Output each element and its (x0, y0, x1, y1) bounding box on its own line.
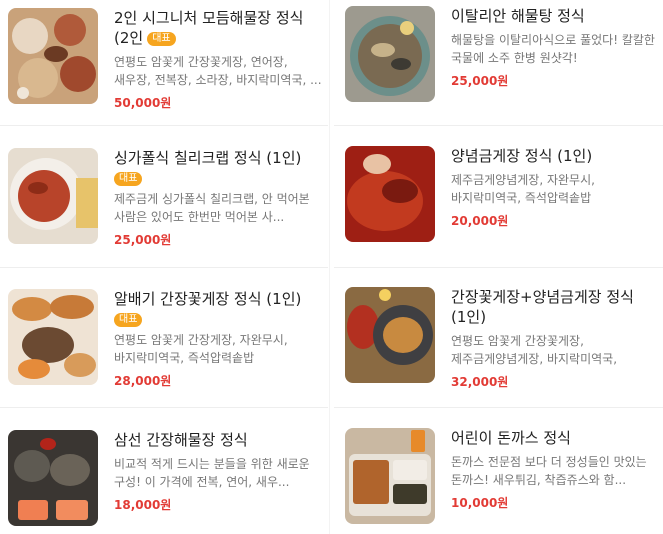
menu-item-price: 32,000원 (451, 375, 509, 389)
menu-item-title: 삼선 간장해물장 정식 (114, 431, 248, 449)
menu-item-photo (345, 428, 435, 524)
menu-item-description: 제주금게양념게장, 자완무시, 바지락미역국, 즉석압력솥밥 (451, 173, 595, 205)
menu-item-description: 돈까스 전문점 보다 더 정성들인 맛있는 돈까스! 새우튀김, 착즙쥬스와 함… (451, 455, 647, 487)
menu-item[interactable]: 알배기 간장꽃게장 정식 (1인) 대표 연평도 암꽃게 간장게장, 자완무시,… (8, 289, 324, 389)
menu-item-photo (8, 8, 98, 104)
row-divider (334, 267, 663, 268)
column-divider (329, 0, 330, 534)
menu-item-photo (8, 430, 98, 526)
menu-item[interactable]: 간장꽃게장+양념금게장 정식 (1인) 연평도 암꽃게 간장꽃게장, 제주금게양… (345, 287, 661, 389)
menu-grid: 2인 시그니처 모듬해물장 정식 (2인 대표 연평도 암꽃게 간장꽃게장, 연어… (0, 0, 663, 534)
row-divider (0, 267, 328, 268)
menu-item-price: 10,000원 (451, 496, 509, 510)
menu-item-description: 연평도 암꽃게 간장게장, 자완무시, 바지락미역국, 즉석압력솥밥 (114, 333, 288, 365)
row-divider (0, 125, 328, 126)
menu-item-description: 해물탕을 이탈리아식으로 풀었다! 칼칼한 국물에 소주 한병 원샷각! (451, 33, 655, 65)
menu-item-photo (8, 289, 98, 385)
signature-badge: 대표 (147, 32, 176, 46)
menu-item[interactable]: 삼선 간장해물장 정식 비교적 적게 드시는 분들을 위한 새로운 구성! 이 … (8, 430, 324, 530)
menu-item[interactable]: 싱가폴식 칠리크랩 정식 (1인) 대표 제주금게 싱가폴식 칠리크랩, 안 먹… (8, 148, 324, 248)
menu-item-photo (8, 148, 98, 244)
menu-item[interactable]: 2인 시그니처 모듬해물장 정식 (2인 대표 연평도 암꽃게 간장꽃게장, 연어… (8, 8, 324, 110)
menu-item-title: 이탈리안 해물탕 정식 (451, 7, 585, 25)
row-divider (334, 125, 663, 126)
menu-item-price: 25,000원 (451, 74, 509, 88)
menu-item-title: 양념금게장 정식 (1인) (451, 147, 593, 165)
signature-badge: 대표 (114, 172, 143, 186)
menu-item-photo (345, 6, 435, 102)
menu-item-photo (345, 287, 435, 383)
menu-item-description: 연평도 암꽃게 간장꽃게장, 연어장, 새우장, 전복장, 소라장, 바지락미역… (114, 55, 322, 87)
menu-item-description: 비교적 적게 드시는 분들을 위한 새로운 구성! 이 가격에 전복, 연어, … (114, 457, 310, 489)
menu-item-photo (345, 146, 435, 242)
signature-badge: 대표 (114, 313, 143, 327)
menu-item[interactable]: 어린이 돈까스 정식 돈까스 전문점 보다 더 정성들인 맛있는 돈까스! 새우… (345, 428, 661, 528)
menu-item-description: 제주금게 싱가폴식 칠리크랩, 안 먹어본 사람은 있어도 한번만 먹어본 사.… (114, 192, 310, 224)
menu-item-title: 싱가폴식 칠리크랩 정식 (1인) (114, 149, 302, 167)
menu-item-description: 연평도 암꽃게 간장꽃게장, 제주금게양념게장, 바지락미역국, 즉석압력솥밥 (451, 334, 618, 366)
menu-item-price: 50,000원 (114, 96, 172, 110)
menu-item-title: 알배기 간장꽃게장 정식 (1인) (114, 290, 302, 308)
row-divider (0, 407, 328, 408)
menu-item-price: 20,000원 (451, 214, 509, 228)
menu-item[interactable]: 양념금게장 정식 (1인) 제주금게양념게장, 자완무시, 바지락미역국, 즉석… (345, 146, 661, 246)
row-divider (334, 407, 663, 408)
menu-item-title: 2인 시그니처 모듬해물장 정식 (2인 대표 (114, 9, 304, 47)
menu-item-price: 28,000원 (114, 374, 172, 388)
menu-item-title: 어린이 돈까스 정식 (451, 429, 571, 447)
menu-item[interactable]: 이탈리안 해물탕 정식 해물탕을 이탈리아식으로 풀었다! 칼칼한 국물에 소주… (345, 6, 661, 106)
menu-item-title: 간장꽃게장+양념금게장 정식 (1인) (451, 288, 634, 326)
menu-item-price: 18,000원 (114, 498, 172, 512)
menu-item-price: 25,000원 (114, 233, 172, 247)
